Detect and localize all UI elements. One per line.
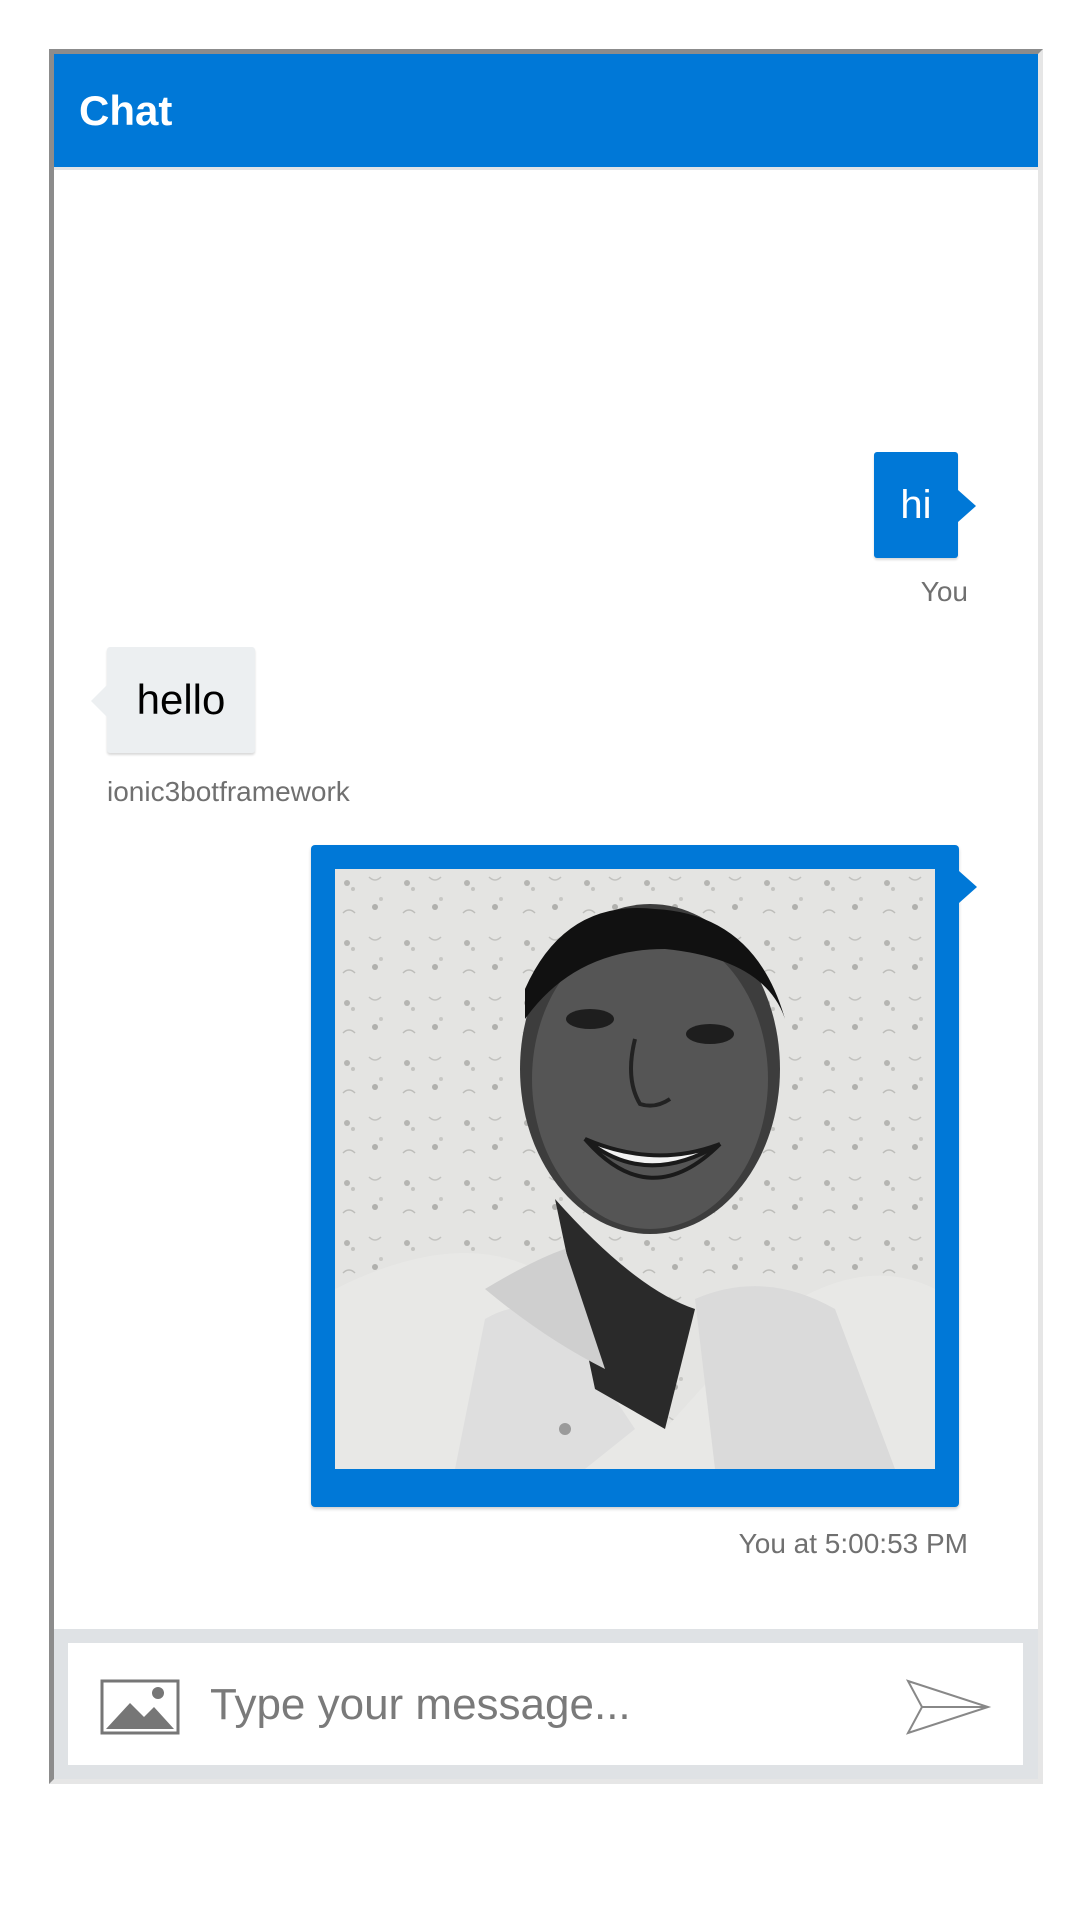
chat-header: Chat [54,54,1038,170]
chat-window: Chat hi You hello ionic3botframework You… [49,49,1043,1784]
composer-bar [54,1629,1038,1779]
portrait-image [335,869,935,1469]
composer [68,1643,1023,1765]
send-button[interactable] [904,1677,994,1737]
send-icon [905,1679,992,1735]
message-text: hello [136,676,226,723]
bot-message-bubble: hello [91,647,255,753]
message-sender-label: You [920,576,968,607]
image-upload-button[interactable] [100,1679,180,1735]
message-sender-label: You at 5:00:53 PM [738,1528,968,1559]
message-input[interactable] [208,1663,862,1747]
image-icon [100,1679,180,1735]
user-message-bubble: hi [874,452,976,558]
message-sender-label: ionic3botframework [107,776,350,807]
message-text: hi [900,482,932,527]
page-title: Chat [79,86,173,134]
attached-photo[interactable] [335,869,935,1469]
user-image-message [311,845,977,1507]
